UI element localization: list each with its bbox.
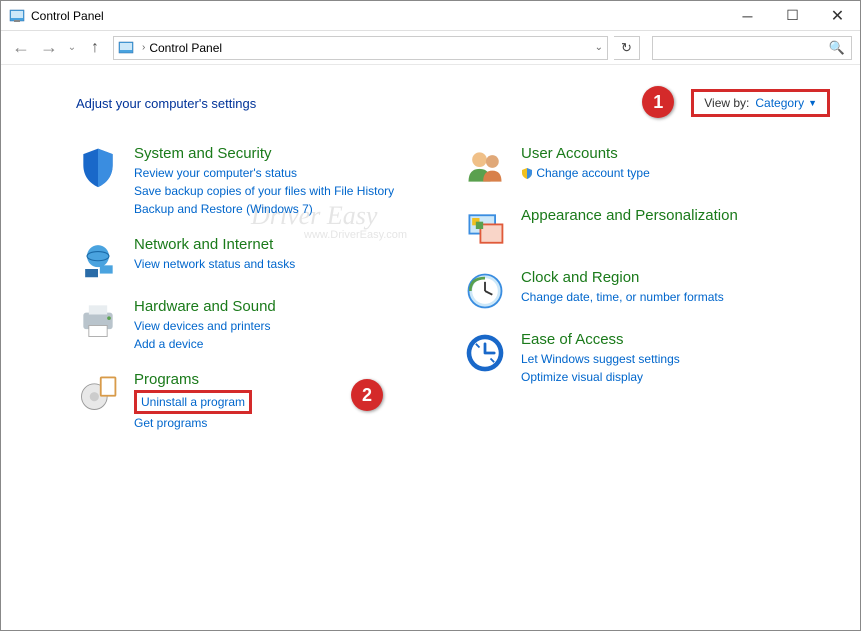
breadcrumb-separator-icon: › <box>142 42 145 53</box>
column-right: User Accounts Change account type <box>463 145 830 450</box>
appearance-icon <box>463 207 507 251</box>
link-change-date-time[interactable]: Change date, time, or number formats <box>521 288 830 306</box>
nav-bar: ← → ⌄ ↑ › Control Panel ⌄ ↻ 🔍 <box>1 31 860 65</box>
close-button[interactable]: ✕ <box>815 1 860 30</box>
viewby-control: 1 View by: Category ▼ <box>691 89 830 117</box>
link-network-status[interactable]: View network status and tasks <box>134 255 443 273</box>
address-dropdown-icon[interactable]: ⌄ <box>595 42 603 53</box>
link-change-account-type[interactable]: Change account type <box>521 164 830 182</box>
control-panel-icon <box>9 8 25 24</box>
category-title[interactable]: Programs <box>134 371 443 388</box>
breadcrumb-text[interactable]: Control Panel <box>149 41 222 55</box>
link-get-programs[interactable]: Get programs <box>134 414 443 432</box>
category-user-accounts: User Accounts Change account type <box>463 145 830 189</box>
callout-badge-2: 2 <box>351 379 383 411</box>
forward-arrow-icon[interactable]: → <box>37 36 61 60</box>
category-appearance: Appearance and Personalization <box>463 207 830 251</box>
category-network-internet: Network and Internet View network status… <box>76 236 443 280</box>
category-title[interactable]: Appearance and Personalization <box>521 207 830 224</box>
address-bar[interactable]: › Control Panel ⌄ <box>113 36 608 60</box>
caret-down-icon: ▼ <box>808 98 817 108</box>
link-review-status[interactable]: Review your computer's status <box>134 164 443 182</box>
callout-badge-1: 1 <box>642 86 674 118</box>
search-icon: 🔍 <box>829 40 845 56</box>
window-controls: ─ ☐ ✕ <box>725 1 860 30</box>
category-title[interactable]: Network and Internet <box>134 236 443 253</box>
uac-shield-icon <box>521 167 533 179</box>
link-uninstall-program[interactable]: Uninstall a program <box>141 395 245 409</box>
viewby-dropdown[interactable]: Category ▼ <box>755 96 817 110</box>
back-arrow-icon[interactable]: ← <box>9 36 33 60</box>
printer-icon <box>76 298 120 342</box>
link-devices-printers[interactable]: View devices and printers <box>134 317 443 335</box>
category-hardware-sound: Hardware and Sound View devices and prin… <box>76 298 443 353</box>
category-title[interactable]: System and Security <box>134 145 443 162</box>
category-programs: Programs Uninstall a program Get program… <box>76 371 443 432</box>
category-title[interactable]: Clock and Region <box>521 269 830 286</box>
maximize-button[interactable]: ☐ <box>770 1 815 30</box>
window-title: Control Panel <box>31 9 725 23</box>
search-input[interactable] <box>659 41 829 55</box>
link-windows-suggest[interactable]: Let Windows suggest settings <box>521 350 830 368</box>
shield-icon <box>76 145 120 189</box>
ease-of-access-icon <box>463 331 507 375</box>
link-file-history[interactable]: Save backup copies of your files with Fi… <box>134 182 443 200</box>
header-row: Adjust your computer's settings 1 View b… <box>76 89 830 117</box>
content-area: Adjust your computer's settings 1 View b… <box>1 65 860 470</box>
viewby-value: Category <box>755 96 804 110</box>
category-clock-region: Clock and Region Change date, time, or n… <box>463 269 830 313</box>
minimize-button[interactable]: ─ <box>725 1 770 30</box>
link-optimize-display[interactable]: Optimize visual display <box>521 368 830 386</box>
link-add-device[interactable]: Add a device <box>134 335 443 353</box>
control-panel-icon <box>118 40 134 56</box>
search-box[interactable]: 🔍 <box>652 36 852 60</box>
column-left: System and Security Review your computer… <box>76 145 443 450</box>
category-ease-of-access: Ease of Access Let Windows suggest setti… <box>463 331 830 386</box>
category-title[interactable]: Ease of Access <box>521 331 830 348</box>
category-columns: System and Security Review your computer… <box>76 145 830 450</box>
page-title: Adjust your computer's settings <box>76 96 256 111</box>
category-title[interactable]: Hardware and Sound <box>134 298 443 315</box>
viewby-label: View by: <box>704 96 749 110</box>
category-system-security: System and Security Review your computer… <box>76 145 443 218</box>
link-backup-restore[interactable]: Backup and Restore (Windows 7) <box>134 200 443 218</box>
users-icon <box>463 145 507 189</box>
highlighted-link-box: Uninstall a program <box>134 390 252 414</box>
programs-icon <box>76 371 120 415</box>
category-title[interactable]: User Accounts <box>521 145 830 162</box>
network-icon <box>76 236 120 280</box>
recent-dropdown-icon[interactable]: ⌄ <box>65 36 79 60</box>
title-bar: Control Panel ─ ☐ ✕ <box>1 1 860 31</box>
refresh-button[interactable]: ↻ <box>614 36 640 60</box>
up-arrow-icon[interactable]: ↑ <box>83 36 107 60</box>
clock-icon <box>463 269 507 313</box>
